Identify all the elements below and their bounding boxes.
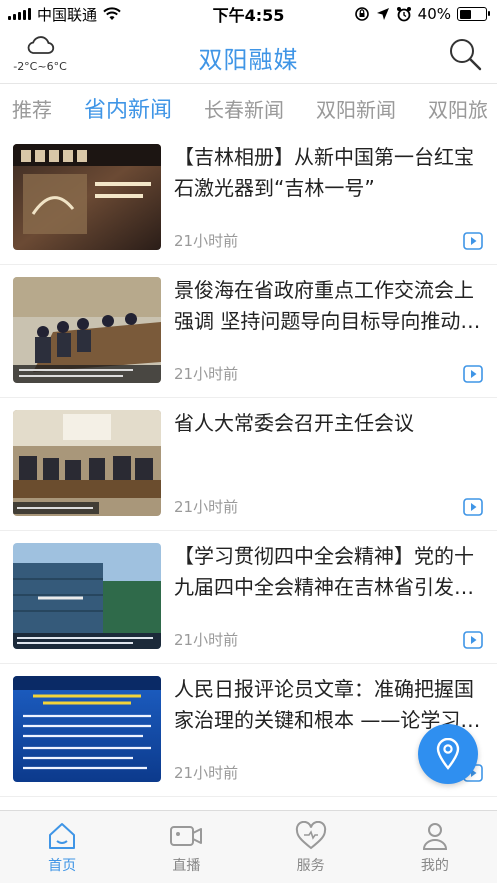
status-bar: 中国联通 下午4:55 40% — [0, 0, 497, 28]
app-header: -2°C~6°C 双阳融媒 — [0, 28, 497, 84]
tab-shuangyang-news[interactable]: 双阳新闻 — [316, 94, 396, 123]
news-title: 省人大常委会召开主任会议 — [174, 411, 414, 435]
news-title: 【吉林相册】从新中国第一台红宝石激光器到“吉林一号” — [174, 145, 474, 200]
tabbar-label: 首页 — [48, 858, 77, 874]
tabbar-mine[interactable]: 我的 — [373, 811, 497, 883]
carrier-label: 中国联通 — [37, 5, 98, 24]
news-thumbnail — [13, 676, 161, 782]
news-item[interactable]: 人民日报评论员文章：准确把握国家治理的关键和根本 ——论学习贯彻党的十九届四中全… — [0, 664, 497, 797]
news-thumbnail — [13, 277, 161, 383]
news-thumbnail — [13, 410, 161, 516]
heart-icon — [295, 821, 326, 850]
news-item[interactable]: 省人大常委会召开主任会议 21小时前 — [0, 398, 497, 531]
news-title: 【学习贯彻四中全会精神】党的十九届四中全会精神在吉林省引发热烈反响 — [174, 544, 474, 599]
news-thumbnail — [13, 144, 161, 250]
tabbar-live[interactable]: 直播 — [124, 811, 248, 883]
tab-changchun-news[interactable]: 长春新闻 — [204, 94, 284, 123]
news-time: 21小时前 — [174, 631, 239, 649]
news-item[interactable]: 【学习贯彻四中全会精神】党的十九届四中全会精神在吉林省引发热烈反响 21小时前 — [0, 531, 497, 664]
camera-icon — [170, 826, 203, 846]
news-item[interactable]: 【吉林相册】从新中国第一台红宝石激光器到“吉林一号” 21小时前 — [0, 132, 497, 265]
tab-recommend[interactable]: 推荐 — [12, 94, 52, 123]
video-play-icon — [463, 498, 483, 520]
alarm-icon — [396, 7, 411, 22]
news-time: 21小时前 — [174, 232, 239, 250]
tabbar-label: 服务 — [296, 858, 325, 874]
location-fab-button[interactable] — [418, 724, 478, 784]
tabbar-label: 直播 — [172, 858, 201, 874]
user-icon — [422, 823, 447, 850]
search-button[interactable] — [447, 36, 483, 76]
search-icon — [450, 39, 482, 71]
location-arrow-icon — [376, 8, 389, 20]
video-play-icon — [463, 232, 483, 254]
news-item[interactable]: 景俊海在省政府重点工作交流会上强调 坚持问题导向目标导向推动各项工作落实 21小… — [0, 265, 497, 398]
video-play-icon — [463, 631, 483, 653]
battery-percent: 40% — [417, 5, 451, 23]
wifi-icon — [103, 7, 121, 20]
tabbar-label: 我的 — [420, 858, 449, 874]
news-time: 21小时前 — [174, 365, 239, 383]
location-pin-icon — [436, 738, 460, 770]
home-icon — [49, 823, 76, 849]
video-play-icon — [463, 365, 483, 387]
news-title: 景俊海在省政府重点工作交流会上强调 坚持问题导向目标导向推动各项工作落实 — [174, 278, 481, 333]
bottom-tab-bar: 首页 直播 服务 我的 — [0, 810, 497, 883]
tabbar-service[interactable]: 服务 — [249, 811, 373, 883]
rotation-lock-icon — [354, 7, 369, 21]
signal-icon — [8, 8, 31, 20]
app-title: 双阳融媒 — [198, 46, 299, 74]
category-tabs: 推荐 省内新闻 长春新闻 双阳新闻 双阳旅 — [0, 84, 497, 132]
news-thumbnail — [13, 543, 161, 649]
tab-shuangyang-travel[interactable]: 双阳旅 — [428, 94, 488, 123]
tabbar-home[interactable]: 首页 — [0, 811, 124, 883]
news-time: 21小时前 — [174, 764, 239, 782]
news-list: 【吉林相册】从新中国第一台红宝石激光器到“吉林一号” 21小时前 景俊海在省政府… — [0, 132, 497, 797]
battery-icon — [457, 7, 490, 21]
news-time: 21小时前 — [174, 498, 239, 516]
tab-province-news[interactable]: 省内新闻 — [84, 92, 172, 124]
